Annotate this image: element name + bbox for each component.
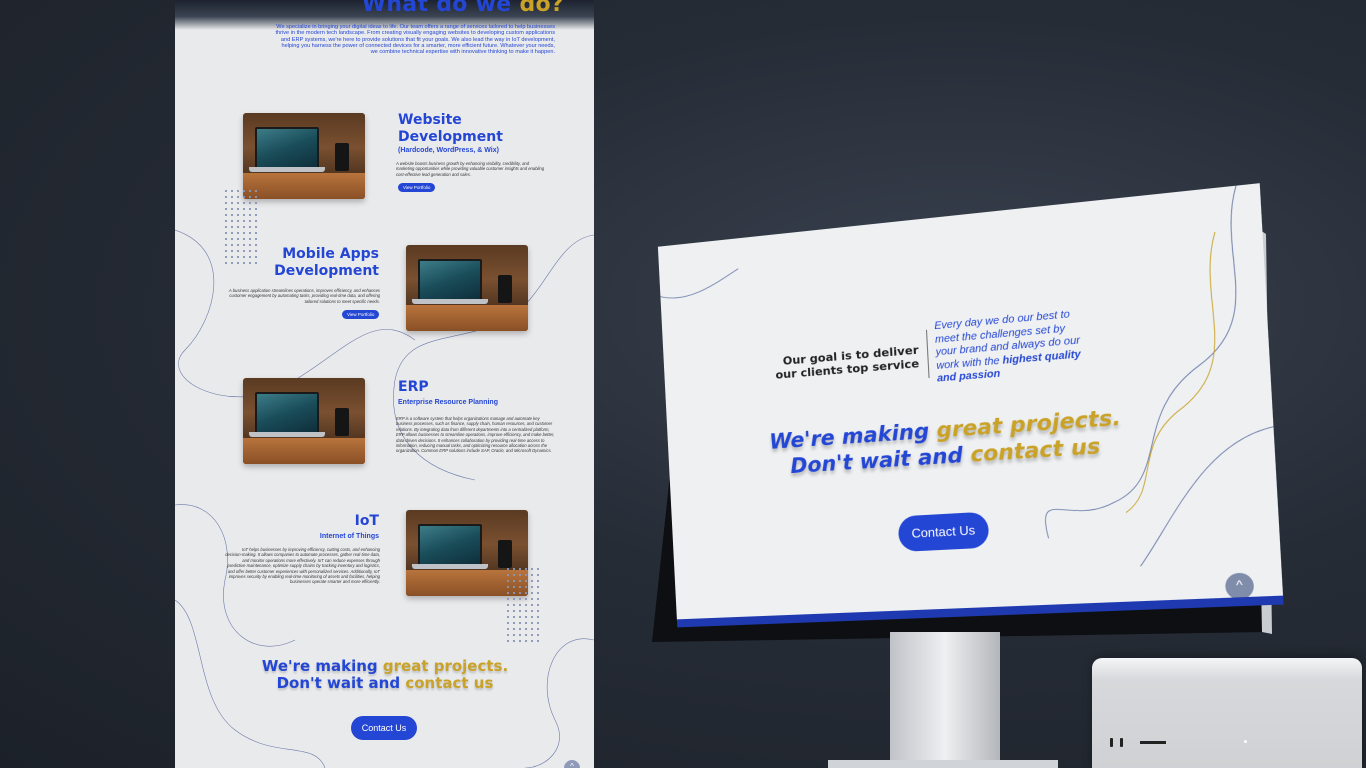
mission-statement: Every day we do our best to meet the cha… [934, 308, 1082, 385]
screen-decorative-curves [658, 183, 1284, 627]
monitor-stand-base [828, 760, 1058, 768]
monitor-contact-us-button[interactable]: Contact Us [897, 511, 990, 553]
monitor-screen: Our goal is to deliver our clients top s… [639, 153, 1335, 646]
monitor-stand [890, 632, 1000, 762]
mac-mini-device [1092, 658, 1362, 768]
monitor-screen-content: Our goal is to deliver our clients top s… [657, 183, 1284, 628]
